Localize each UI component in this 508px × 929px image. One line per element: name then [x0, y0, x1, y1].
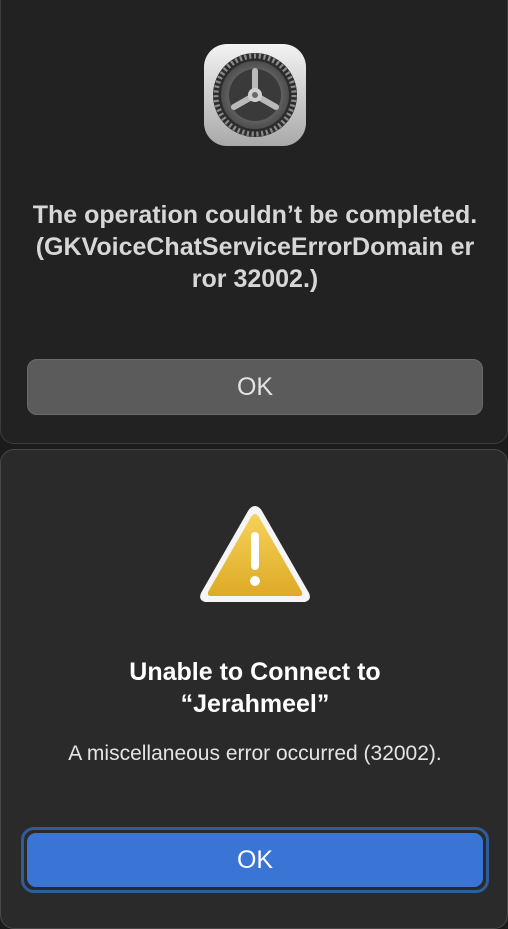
title-line-2: “Jerahmeel”	[180, 690, 330, 718]
ok-button-label: OK	[236, 845, 274, 874]
ok-button-secondary[interactable]: OK	[27, 359, 483, 415]
warning-triangle-icon	[200, 506, 310, 602]
ok-button-label: OK	[236, 372, 274, 401]
error-message: A miscellaneous error occurred (32002).	[68, 742, 442, 765]
error-dialog-front: Unable to Connect to “Jerahmeel” A misce…	[0, 449, 508, 929]
ok-button-primary[interactable]: OK	[27, 833, 483, 887]
connect-error-title: Unable to Connect to “Jerahmeel”	[21, 656, 489, 720]
error-dialog-back: The operation couldn’t be completed. (GK…	[0, 0, 508, 444]
error-title: The operation couldn’t be completed. (GK…	[32, 201, 478, 293]
system-preferences-gear-icon	[204, 44, 306, 146]
title-line-1: Unable to Connect to	[129, 658, 381, 686]
